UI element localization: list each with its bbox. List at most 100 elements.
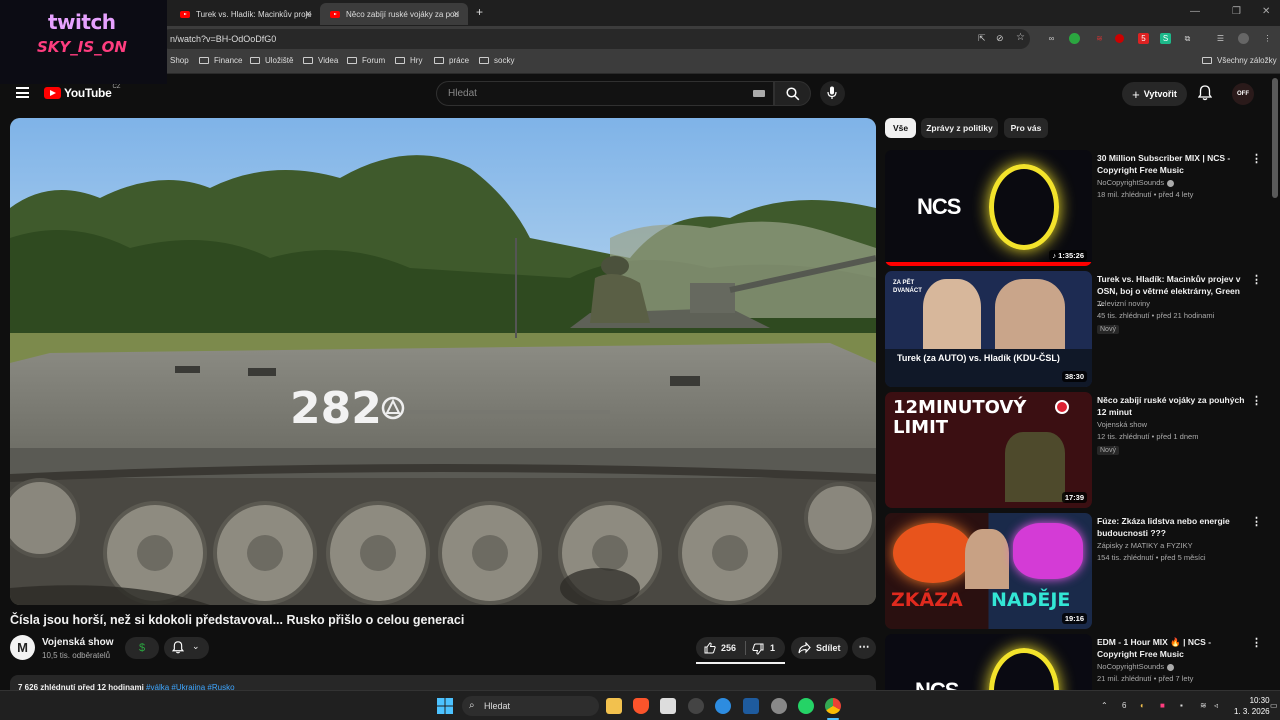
divider [745,641,746,655]
more-options-icon[interactable]: ⋮ [1251,394,1262,407]
app-hex-icon[interactable] [688,698,704,714]
extension-wave-icon[interactable]: ≋ [1094,33,1105,44]
keyboard-icon[interactable] [753,90,765,97]
join-button[interactable]: $ [125,637,159,659]
minimize-icon[interactable]: — [1190,6,1200,17]
video-title[interactable]: 30 Million Subscriber MIX | NCS - Copyri… [1097,152,1247,176]
extension-green-icon[interactable] [1069,33,1080,44]
video-title[interactable]: EDM - 1 Hour MIX 🔥 | NCS - Copyright Fre… [1097,636,1247,660]
like-count[interactable]: 256 [721,643,736,653]
channel-name[interactable]: Vojenská show [1097,420,1147,429]
bookmark-uloziste[interactable]: Uložiště [250,56,293,65]
thumbs-down-icon[interactable] [752,643,764,655]
obs-icon[interactable] [771,698,787,714]
tray-app-icon[interactable]: ▪ [1180,701,1183,710]
bookmark-star-icon[interactable]: ☆ [1016,32,1025,43]
file-explorer-icon[interactable] [606,698,622,714]
close-tab-icon[interactable]: ✕ [304,9,312,20]
bookmark-videa[interactable]: Videa [303,56,338,65]
recommended-video[interactable]: NCS ♪ 1:35:26 30 Million Subscriber MIX … [885,150,1270,266]
tray-number[interactable]: 6 [1122,701,1126,710]
tray-red-app-icon[interactable]: ■ [1160,701,1165,710]
chip-all[interactable]: Vše [885,118,916,138]
thumbs-up-icon[interactable] [704,642,716,654]
channel-avatar[interactable]: M [10,635,35,660]
video-thumbnail[interactable]: NCS ♪ 1:35:26 [885,150,1092,266]
extension-s-green-icon[interactable]: S [1160,33,1171,44]
bookmark-hry[interactable]: Hry [395,56,422,65]
brave-browser-icon[interactable] [633,698,649,714]
channel-name[interactable]: Televizní noviny [1097,299,1150,308]
profile-icon[interactable] [1238,33,1249,44]
reading-list-icon[interactable]: ☰ [1215,33,1226,44]
taskbar-search[interactable]: ⌕ Hledat [462,696,599,716]
chrome-icon[interactable] [825,698,841,714]
video-thumbnail[interactable]: ZKÁZA NADĚJE 19:16 [885,513,1092,629]
recommended-video[interactable]: ZKÁZA NADĚJE 19:16 Fúze: Zkáza lidstva n… [885,513,1270,629]
browser-tab-active[interactable]: Něco zabíjí ruské vojáky za pou ✕ [320,3,468,25]
bookmark-finance[interactable]: Finance [199,56,242,65]
steam-icon[interactable] [715,698,731,714]
tray-overflow-icon[interactable]: ⌃ [1101,701,1108,710]
video-player[interactable]: 282 [10,118,876,605]
calculator-icon[interactable] [660,698,676,714]
channel-name[interactable]: NoCopyrightSounds [1097,178,1175,187]
windows-start-icon[interactable] [437,698,453,714]
scrollbar[interactable] [1272,78,1278,198]
address-bar[interactable]: n/watch?v=BH-OdOoDfG0 ⇱ ⊘ ☆ [160,29,1030,49]
youtube-logo[interactable]: YouTube CZ [44,84,120,100]
chip-for-you[interactable]: Pro vás [1004,118,1048,138]
more-options-icon[interactable]: ⋮ [1251,515,1262,528]
voice-search-button[interactable] [820,81,845,106]
extensions-puzzle-icon[interactable]: ⧉ [1182,33,1193,44]
wifi-icon[interactable]: ≋ [1200,701,1207,710]
extension-s-icon[interactable]: 5 [1138,33,1149,44]
more-options-icon[interactable]: ⋮ [1251,273,1262,286]
system-clock[interactable]: 10:30 1. 3. 2026 [1234,695,1270,717]
chip-politics-news[interactable]: Zprávy z politiky [921,118,998,138]
video-title[interactable]: Něco zabíjí ruské vojáky za pouhých 12 m… [1097,394,1247,418]
account-avatar[interactable]: OFF [1232,83,1254,105]
word-app-icon[interactable] [743,698,759,714]
video-thumbnail[interactable]: 12MINUTOVÝ LIMIT 17:39 [885,392,1092,508]
channel-name[interactable]: Zápisky z MATIKY a FYZIKY [1097,541,1193,550]
subscribed-bell-button[interactable]: ⌄ [164,637,209,659]
hamburger-menu-icon[interactable] [16,87,29,98]
hide-eye-icon[interactable]: ⊘ [996,33,1004,44]
bookmark-socky[interactable]: socky [479,56,514,65]
browser-tab[interactable]: Turek vs. Hladík: Macinkův proje ✕ [170,3,320,25]
all-bookmarks[interactable]: Všechny záložky [1202,56,1277,65]
more-options-icon[interactable]: ⋮ [1251,152,1262,165]
channel-name[interactable]: NoCopyrightSounds [1097,662,1175,671]
browser-menu-icon[interactable]: ⋮ [1262,33,1273,44]
whatsapp-icon[interactable] [798,698,814,714]
tray-app-icon[interactable]: ◐ [1140,701,1145,710]
bookmark-shop[interactable]: Shop [170,56,189,65]
create-button[interactable]: + Vytvořit [1122,82,1187,106]
cast-icon[interactable]: ⇱ [978,33,986,44]
extension-red-icon[interactable] [1115,34,1124,43]
video-thumbnail[interactable]: ZA PĚT DVANÁCT Turek (za AUTO) vs. Hladí… [885,271,1092,387]
bookmark-prace[interactable]: práce [434,56,469,65]
maximize-icon[interactable]: ❐ [1232,6,1241,17]
bookmark-forum[interactable]: Forum [347,56,385,65]
recommended-video[interactable]: NCS EDM - 1 Hour MIX 🔥 | NCS - Copyright… [885,634,1270,690]
channel-name[interactable]: Vojenská show [42,637,114,648]
new-tab-button[interactable]: + [476,5,483,19]
more-actions-button[interactable]: ⋯ [852,637,876,659]
share-button[interactable]: Sdílet [791,637,848,659]
extension-glasses-icon[interactable]: ∞ [1046,33,1057,44]
close-window-icon[interactable]: ✕ [1262,6,1270,17]
verified-icon [1167,179,1175,187]
video-thumbnail[interactable]: NCS [885,634,1092,690]
notifications-icon[interactable]: ▭ [1270,701,1278,710]
search-input[interactable]: Hledat [436,81,774,106]
search-button[interactable] [774,81,811,106]
notifications-button[interactable] [1197,85,1213,106]
volume-icon[interactable]: ◃ [1214,701,1218,710]
video-title[interactable]: Fúze: Zkáza lidstva nebo energie budoucn… [1097,515,1247,539]
more-options-icon[interactable]: ⋮ [1251,636,1262,649]
recommended-video[interactable]: ZA PĚT DVANÁCT Turek (za AUTO) vs. Hladí… [885,271,1270,387]
recommended-video[interactable]: 12MINUTOVÝ LIMIT 17:39 Něco zabíjí ruské… [885,392,1270,508]
close-tab-icon[interactable]: ✕ [452,9,460,20]
